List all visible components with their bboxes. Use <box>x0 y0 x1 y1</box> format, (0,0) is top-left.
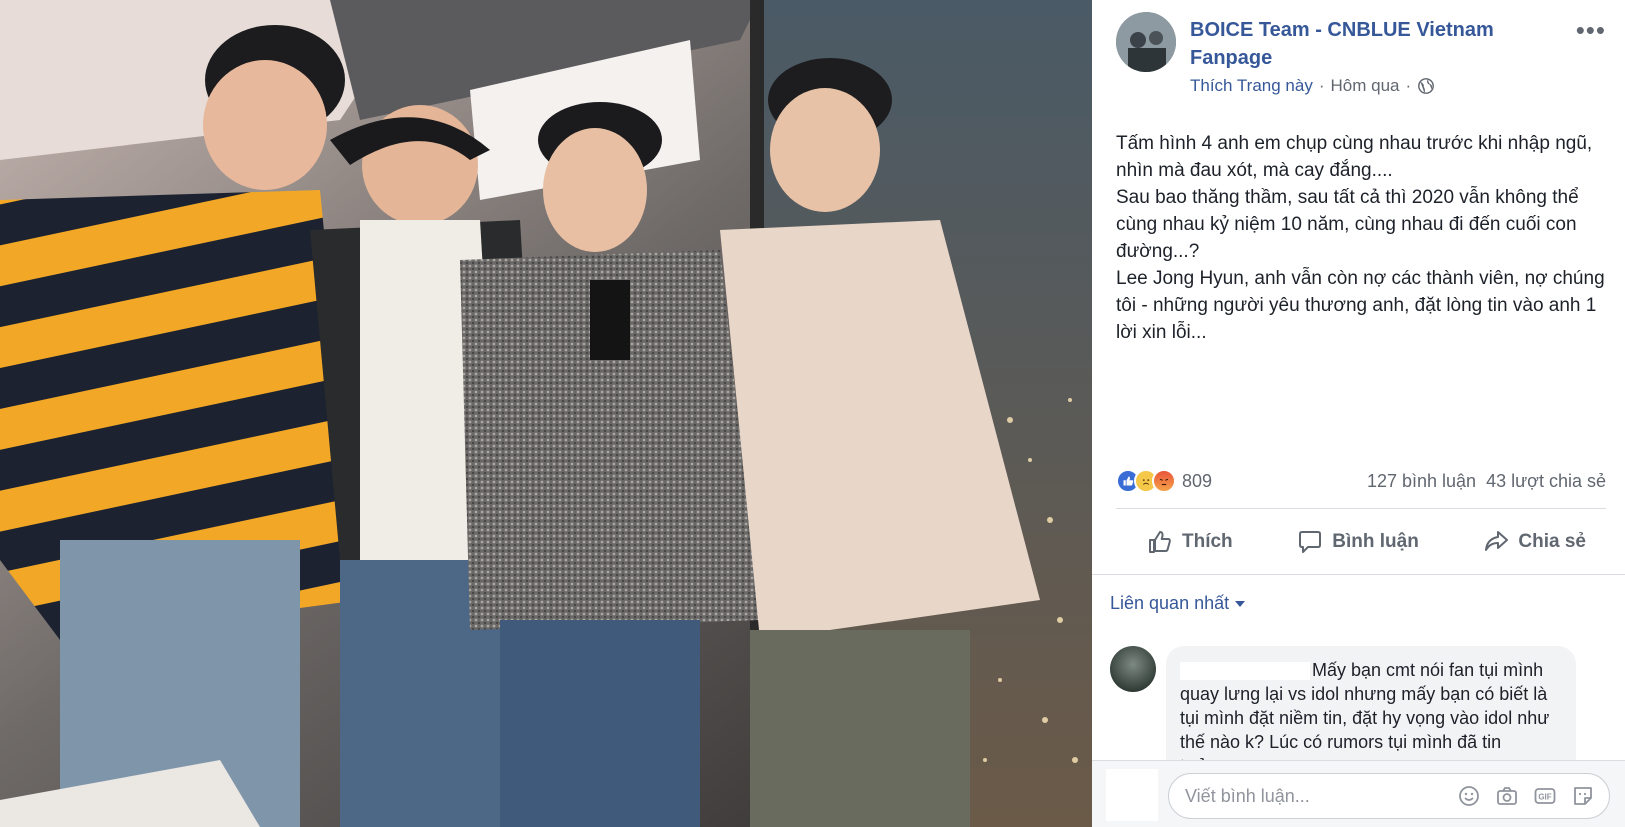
page-avatar[interactable] <box>1116 12 1176 72</box>
angry-reaction-icon <box>1152 469 1176 493</box>
share-button-label: Chia sẻ <box>1518 531 1586 552</box>
comment-button-label: Bình luận <box>1332 531 1419 552</box>
post-side-panel: BOICE Team - CNBLUE Vietnam Fanpage Thíc… <box>1092 0 1625 827</box>
comment-sort-dropdown[interactable]: Liên quan nhất <box>1110 593 1246 614</box>
avatar-photo <box>1116 12 1176 72</box>
comment-composer: Viết bình luận... GIF <box>1092 760 1625 827</box>
comment-count-link[interactable]: 127 bình luận <box>1367 471 1476 492</box>
post-paragraph: Sau bao thăng thầm, sau tất cả thì 2020 … <box>1116 187 1579 262</box>
sticker-icon[interactable] <box>1571 784 1595 808</box>
post-meta: Thích Trang này · Hôm qua · <box>1190 76 1435 96</box>
thumbs-up-icon <box>1149 531 1171 553</box>
share-count-link[interactable]: 43 lượt chia sẻ <box>1486 471 1606 492</box>
sort-label: Liên quan nhất <box>1110 593 1230 613</box>
emoji-icon[interactable] <box>1457 784 1481 808</box>
post-time[interactable]: Hôm qua <box>1331 76 1400 96</box>
engagement-counts: 127 bình luận 43 lượt chia sẻ <box>1367 471 1606 492</box>
post-stats: 809 127 bình luận 43 lượt chia sẻ <box>1116 466 1606 496</box>
post-message: Tấm hình 4 anh em chụp cùng nhau trước k… <box>1116 130 1606 346</box>
post-paragraph: Lee Jong Hyun, anh vẫn còn nợ các thành … <box>1116 268 1605 343</box>
reaction-count: 809 <box>1182 470 1213 491</box>
comment-icon <box>1299 531 1322 553</box>
share-icon <box>1485 531 1509 551</box>
gif-icon[interactable]: GIF <box>1533 784 1557 808</box>
comment-placeholder: Viết bình luận... <box>1185 785 1310 806</box>
comment-button[interactable]: Bình luận <box>1296 528 1419 556</box>
comment-input[interactable]: Viết bình luận... GIF <box>1168 773 1610 819</box>
composer-tools: GIF <box>1457 784 1595 808</box>
photo-viewer: BOICE Team - CNBLUE Vietnam Fanpage Thíc… <box>0 0 1625 827</box>
photo-illustration <box>0 0 1092 827</box>
post-paragraph: Tấm hình 4 anh em chụp cùng nhau trước k… <box>1116 133 1593 181</box>
chevron-down-icon <box>1235 600 1246 607</box>
more-options-icon[interactable]: ••• <box>1576 17 1606 43</box>
divider <box>1092 574 1625 575</box>
post-actions: Thích Bình luận Chia sẻ <box>1116 520 1606 564</box>
comment-list: Mấy bạn cmt nói fan tụi mình quay lưng l… <box>1092 630 1625 760</box>
comment-bubble: Mấy bạn cmt nói fan tụi mình quay lưng l… <box>1166 646 1576 760</box>
share-button[interactable]: Chia sẻ <box>1482 528 1586 556</box>
post-photo[interactable] <box>0 0 1092 827</box>
svg-text:GIF: GIF <box>1538 793 1551 802</box>
meta-separator: · <box>1405 76 1412 95</box>
meta-separator: · <box>1318 76 1325 95</box>
post-header: BOICE Team - CNBLUE Vietnam Fanpage Thíc… <box>1116 12 1606 102</box>
redacted-name <box>1180 662 1310 681</box>
like-button-label: Thích <box>1182 531 1233 552</box>
commenter-avatar[interactable] <box>1110 646 1156 692</box>
camera-icon[interactable] <box>1495 784 1519 808</box>
globe-icon[interactable] <box>1417 77 1435 95</box>
divider <box>1116 508 1606 509</box>
like-page-link[interactable]: Thích Trang này <box>1190 76 1313 96</box>
like-button[interactable]: Thích <box>1146 528 1233 556</box>
page-name-link[interactable]: BOICE Team - CNBLUE Vietnam Fanpage <box>1190 16 1530 72</box>
reactions-summary[interactable]: 809 <box>1116 469 1212 493</box>
user-avatar <box>1106 769 1158 821</box>
